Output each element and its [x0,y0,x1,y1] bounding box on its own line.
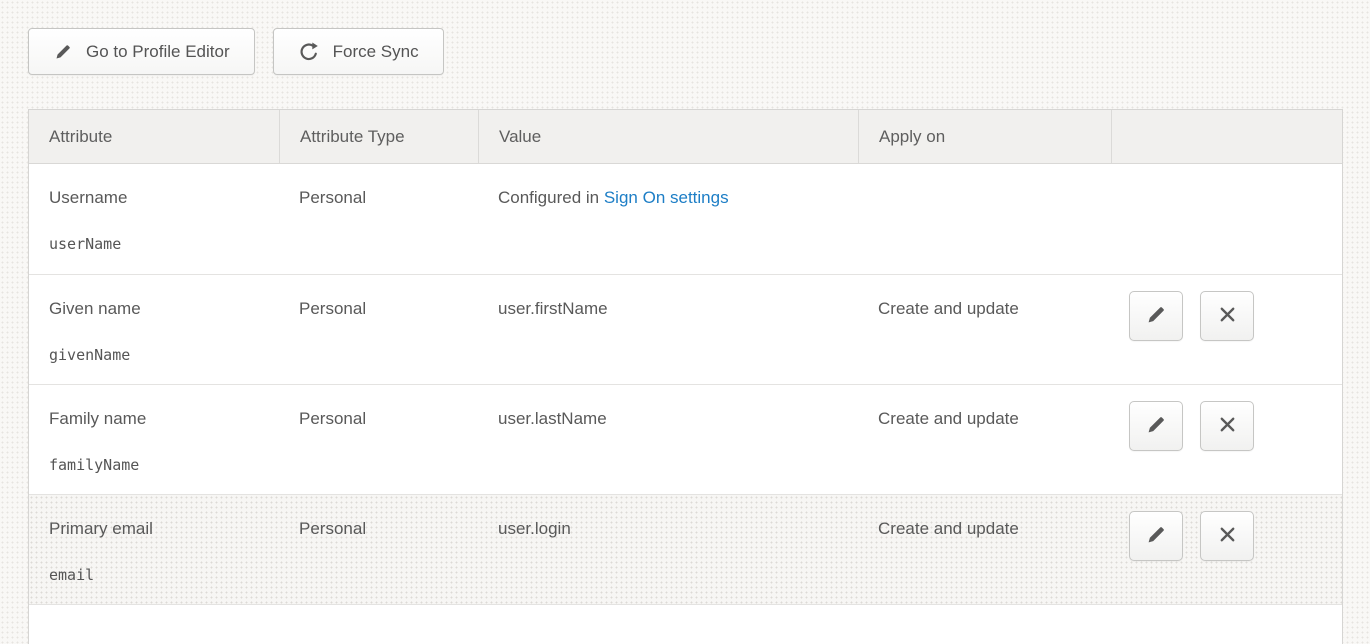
x-icon [1216,303,1239,329]
attribute-label: Given name [49,299,259,319]
attribute-cell: Username userName [29,164,279,274]
force-sync-label: Force Sync [333,42,419,62]
table-row: Primary email email Personal user.login … [29,494,1342,604]
apply-on-cell: Create and update [858,495,1111,604]
actions-cell [1111,275,1342,384]
column-header-actions [1111,110,1342,163]
value-text: Configured in [498,188,604,207]
delete-attribute-button[interactable] [1200,511,1254,561]
pencil-icon [1144,303,1168,330]
x-icon [1216,413,1239,439]
attribute-cell: Family name familyName [29,385,279,494]
attribute-type-cell: Personal [279,275,478,384]
attribute-label: Family name [49,409,259,429]
pencil-icon [1144,413,1168,440]
go-to-profile-editor-button[interactable]: Go to Profile Editor [28,28,255,75]
column-header-apply-on: Apply on [858,110,1111,163]
column-header-value: Value [478,110,858,163]
delete-attribute-button[interactable] [1200,291,1254,341]
edit-attribute-button[interactable] [1129,401,1183,451]
actions-cell [1111,164,1342,274]
column-header-attribute: Attribute [29,110,279,163]
table-row [29,604,1342,644]
apply-on-cell [858,164,1111,274]
delete-attribute-button[interactable] [1200,401,1254,451]
table-header-row: Attribute Attribute Type Value Apply on [29,110,1342,164]
attribute-variable: familyName [49,456,259,474]
attribute-variable: givenName [49,346,259,364]
attribute-variable: email [49,566,259,584]
attribute-type-cell: Personal [279,495,478,604]
attribute-mappings-table: Attribute Attribute Type Value Apply on … [28,109,1343,644]
value-cell: user.login [478,495,858,604]
value-cell: user.lastName [478,385,858,494]
attribute-type-cell: Personal [279,164,478,274]
apply-on-cell: Create and update [858,275,1111,384]
provisioning-attribute-mappings-page: Go to Profile Editor Force Sync Attribut… [0,0,1370,644]
table-row: Family name familyName Personal user.las… [29,384,1342,494]
pencil-icon [53,42,73,62]
force-sync-button[interactable]: Force Sync [273,28,444,75]
value-cell: user.firstName [478,275,858,384]
attribute-cell: Given name givenName [29,275,279,384]
apply-on-cell: Create and update [858,385,1111,494]
go-to-profile-editor-label: Go to Profile Editor [86,42,230,62]
attribute-type-cell: Personal [279,385,478,494]
table-row: Username userName Personal Configured in… [29,164,1342,274]
actions-cell [1111,385,1342,494]
pencil-icon [1144,523,1168,550]
refresh-icon [298,41,320,63]
edit-attribute-button[interactable] [1129,511,1183,561]
edit-attribute-button[interactable] [1129,291,1183,341]
attribute-label: Primary email [49,519,259,539]
sign-on-settings-link[interactable]: Sign On settings [604,188,729,207]
x-icon [1216,523,1239,549]
table-row: Given name givenName Personal user.first… [29,274,1342,384]
attribute-variable: userName [49,235,259,253]
column-header-attribute-type: Attribute Type [279,110,478,163]
attribute-label: Username [49,188,259,208]
value-cell: Configured in Sign On settings [478,164,858,274]
toolbar: Go to Profile Editor Force Sync [28,28,1370,75]
attribute-cell: Primary email email [29,495,279,604]
actions-cell [1111,495,1342,604]
